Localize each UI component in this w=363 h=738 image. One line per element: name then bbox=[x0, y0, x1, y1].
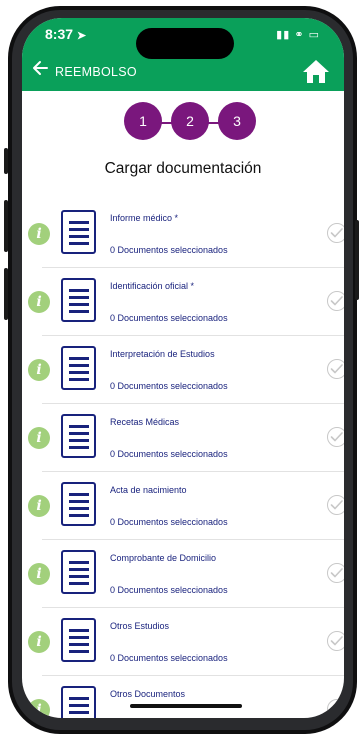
document-row[interactable]: i Identificación oficial * 0 Documentos se… bbox=[22, 268, 344, 336]
info-icon[interactable]: i bbox=[28, 359, 50, 381]
document-icon bbox=[61, 346, 96, 390]
home-icon[interactable] bbox=[302, 58, 330, 84]
info-icon[interactable]: i bbox=[28, 223, 50, 245]
document-row[interactable]: i Acta de nacimiento 0 Documentos seleccio… bbox=[22, 472, 344, 540]
check-icon bbox=[327, 291, 344, 311]
volume-up-button bbox=[4, 200, 8, 252]
document-row[interactable]: i Interpretación de Estudios 0 Documentos … bbox=[22, 336, 344, 404]
document-icon bbox=[61, 618, 96, 662]
document-icon bbox=[61, 550, 96, 594]
check-icon bbox=[327, 223, 344, 243]
document-count: 0 Documentos seleccionados bbox=[110, 585, 228, 595]
check-icon bbox=[327, 563, 344, 583]
document-row[interactable]: i Informe médico * 0 Documentos selecciona… bbox=[22, 200, 344, 268]
document-count: 0 Documentos seleccionados bbox=[110, 449, 228, 459]
document-title: Recetas Médicas bbox=[110, 417, 180, 427]
location-arrow-icon: ➤ bbox=[76, 30, 87, 42]
header-title: REEMBOLSO bbox=[55, 65, 137, 79]
document-title: Comprobante de Domicilio bbox=[110, 553, 217, 563]
document-title: Identificación oficial * bbox=[110, 281, 195, 291]
app-screen: 8:37 ➤ ▮▮ ⚭ ▭ REEMBOLSO 1 2 3 Cargar doc… bbox=[22, 18, 344, 718]
app-header: 8:37 ➤ ▮▮ ⚭ ▭ REEMBOLSO bbox=[22, 18, 344, 91]
document-title: Otros Documentos bbox=[110, 689, 186, 699]
step-2: 2 bbox=[171, 102, 209, 140]
info-icon[interactable]: i bbox=[28, 699, 50, 718]
info-icon[interactable]: i bbox=[28, 427, 50, 449]
check-icon bbox=[327, 427, 344, 447]
back-arrow-icon[interactable] bbox=[32, 60, 48, 81]
power-button bbox=[355, 220, 359, 300]
dynamic-island bbox=[136, 28, 234, 59]
step-3: 3 bbox=[218, 102, 256, 140]
document-row[interactable]: iOtros Documentos0 Documentos selecciona… bbox=[22, 676, 344, 718]
home-indicator bbox=[130, 704, 242, 708]
check-icon bbox=[327, 359, 344, 379]
document-icon bbox=[61, 686, 96, 718]
volume-down-button bbox=[4, 268, 8, 320]
check-icon bbox=[327, 495, 344, 515]
page-title: Cargar documentación bbox=[104, 160, 262, 177]
document-count: 0 Documentos seleccionados bbox=[110, 313, 228, 323]
document-count: 0 Documentos seleccionados bbox=[110, 381, 228, 391]
info-icon[interactable]: i bbox=[28, 563, 50, 585]
document-icon bbox=[61, 482, 96, 526]
info-icon[interactable]: i bbox=[28, 631, 50, 653]
status-time: 8:37 ➤ bbox=[45, 26, 87, 42]
document-icon bbox=[61, 210, 96, 254]
document-row[interactable]: i Recetas Médicas 0 Documentos seleccionad… bbox=[22, 404, 344, 472]
mute-switch bbox=[4, 148, 8, 174]
document-icon bbox=[61, 414, 96, 458]
info-icon[interactable]: i bbox=[28, 495, 50, 517]
step-1: 1 bbox=[124, 102, 162, 140]
info-icon[interactable]: i bbox=[28, 291, 50, 313]
document-title: Otros Estudios bbox=[110, 621, 170, 631]
document-count: 0 Documentos seleccionados bbox=[110, 517, 228, 527]
check-icon bbox=[327, 631, 344, 651]
document-title: Informe médico * bbox=[110, 213, 179, 223]
document-row[interactable]: i Otros Estudios 0 Documentos seleccionado… bbox=[22, 608, 344, 676]
step-indicator: 1 2 3 bbox=[124, 102, 256, 144]
check-icon bbox=[327, 699, 344, 718]
document-row[interactable]: i Comprobante de Domicilio 0 Documentos se… bbox=[22, 540, 344, 608]
document-count: 0 Documentos seleccionados bbox=[110, 653, 228, 663]
document-icon bbox=[61, 278, 96, 322]
document-title: Acta de nacimiento bbox=[110, 485, 187, 495]
document-title: Interpretación de Estudios bbox=[110, 349, 215, 359]
document-count: 0 Documentos seleccionados bbox=[110, 245, 228, 255]
status-icons: ▮▮ ⚭ ▭ bbox=[276, 29, 320, 41]
